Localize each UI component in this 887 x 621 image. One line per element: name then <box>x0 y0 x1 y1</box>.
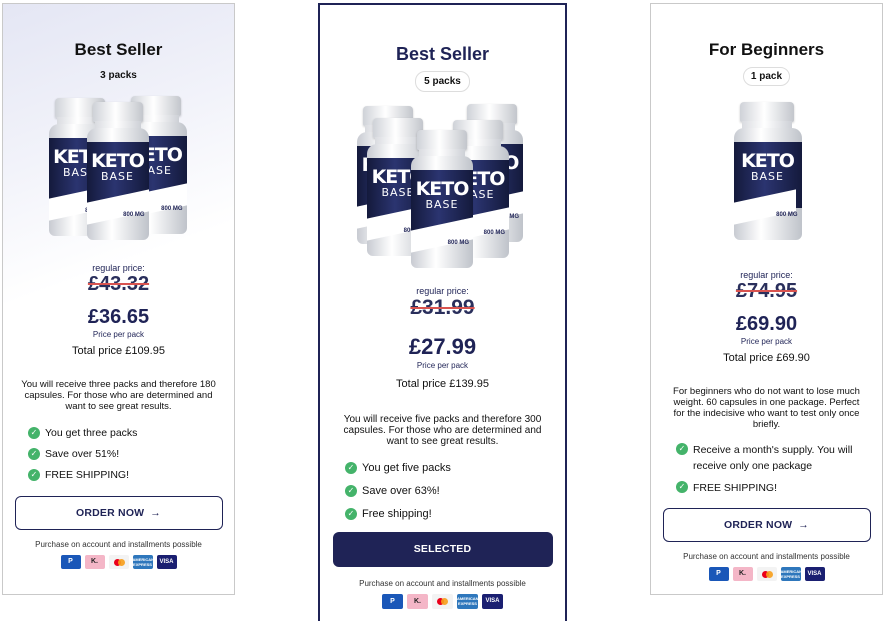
check-icon: ✓ <box>28 469 40 481</box>
check-icon: ✓ <box>676 481 688 493</box>
order-now-button[interactable]: ORDER NOW → <box>14 496 223 530</box>
bottle: KETOBASE800 MG <box>411 130 473 268</box>
price: £69.90 <box>735 313 798 335</box>
bottle: KETOBASE800 MG <box>86 102 149 240</box>
total-price: Total price £139.95 <box>396 378 489 390</box>
price-per-pack-label: Price per pack <box>92 330 145 339</box>
packs-badge: 1 pack <box>742 67 791 86</box>
klarna-icon: K. <box>732 567 753 581</box>
check-icon: ✓ <box>28 427 40 439</box>
old-price: £43.32 <box>87 273 150 295</box>
purchase-note: Purchase on account and installments pos… <box>35 540 202 549</box>
feature-item: ✓ You get three packs <box>28 426 234 441</box>
amex-icon: AMERICAN EXPRESS <box>780 567 803 581</box>
description: You will receive three packs and therefo… <box>21 379 216 412</box>
feature-list: ✓ Receive a month's supply. You will rece… <box>676 442 882 496</box>
selected-button[interactable]: SELECTED <box>332 532 553 567</box>
card-title: Best Seller <box>74 40 163 59</box>
feature-item: ✓ You get five packs <box>345 461 565 476</box>
bottle: KETOBASE800 MG <box>733 102 802 240</box>
purchase-note: Purchase on account and installments pos… <box>683 552 850 561</box>
total-price: Total price £69.90 <box>723 352 810 364</box>
old-price: £31.99 <box>410 296 475 319</box>
price-per-pack-label: Price per pack <box>740 337 793 346</box>
paypal-icon: P <box>382 594 403 609</box>
purchase-note: Purchase on account and installments pos… <box>359 579 526 588</box>
old-price: £74.95 <box>735 280 798 302</box>
product-image: KETOBASE800 MG KETOBASE800 MG KETOBASE80… <box>355 104 530 272</box>
card-title: Best Seller <box>395 44 490 64</box>
amex-icon: AMERICAN EXPRESS <box>132 555 155 569</box>
product-image: KETO BASE 800 MG <box>722 98 812 248</box>
feature-item: ✓ Receive a month's supply. You will rece… <box>676 442 882 474</box>
order-now-button[interactable]: ORDER NOW → <box>662 508 871 542</box>
amex-icon: AMERICAN EXPRESS <box>457 594 479 609</box>
product-image: KETOBASE800 MG KETOBASE800 MG KETOBASE80… <box>39 96 199 241</box>
offer-card-1-pack[interactable]: For Beginners 1 pack KETO BASE 800 MG regu… <box>650 3 883 595</box>
payment-icons: P K. AMERICAN EXPRESS VISA <box>651 567 882 581</box>
description: You will receive five packs and therefor… <box>343 414 542 447</box>
feature-item: ✓ FREE SHIPPING! <box>676 480 882 496</box>
mastercard-icon <box>108 555 129 569</box>
payment-icons: P K. AMERICAN EXPRESS VISA <box>320 594 565 609</box>
arrow-right-icon: → <box>150 507 161 519</box>
payment-icons: P K. AMERICAN EXPRESS VISA <box>3 555 234 569</box>
check-icon: ✓ <box>345 508 357 520</box>
regular-price-label: regular price: <box>740 270 793 280</box>
price-per-pack-label: Price per pack <box>416 361 469 370</box>
packs-badge: 3 packs <box>100 70 137 81</box>
feature-item: ✓ Save over 63%! <box>345 484 565 499</box>
price: £36.65 <box>87 306 150 328</box>
check-icon: ✓ <box>345 462 357 474</box>
total-price: Total price £109.95 <box>72 345 165 357</box>
arrow-right-icon: → <box>798 519 809 531</box>
feature-item: ✓ FREE SHIPPING! <box>28 468 234 483</box>
visa-icon: VISA <box>482 594 503 609</box>
regular-price-label: regular price: <box>416 286 469 296</box>
packs-badge: 5 packs <box>415 71 470 92</box>
price: £27.99 <box>408 334 477 359</box>
paypal-icon: P <box>708 567 729 581</box>
mastercard-icon <box>432 594 453 609</box>
offer-card-5-packs[interactable]: Best Seller 5 packs KETOBASE800 MG KETOB… <box>318 3 567 621</box>
klarna-icon: K. <box>407 594 428 609</box>
visa-icon: VISA <box>804 567 825 581</box>
offer-card-3-packs[interactable]: Best Seller 3 packs KETO BASE 800 MG KETO B… <box>2 3 235 595</box>
feature-list: ✓ You get three packs ✓ Save over 51%! ✓ FR… <box>28 426 234 483</box>
visa-icon: VISA <box>156 555 177 569</box>
feature-list: ✓ You get five packs ✓ Save over 63%! ✓ Fre… <box>345 461 565 522</box>
paypal-icon: P <box>60 555 81 569</box>
regular-price-label: regular price: <box>92 263 145 273</box>
klarna-icon: K. <box>84 555 105 569</box>
description: For beginners who do not want to lose mu… <box>673 386 860 430</box>
feature-item: ✓ Save over 51%! <box>28 447 234 462</box>
mastercard-icon <box>756 567 777 581</box>
check-icon: ✓ <box>345 485 357 497</box>
feature-item: ✓ Free shipping! <box>345 507 565 522</box>
check-icon: ✓ <box>676 443 688 455</box>
check-icon: ✓ <box>28 448 40 460</box>
card-title: For Beginners <box>708 40 825 59</box>
